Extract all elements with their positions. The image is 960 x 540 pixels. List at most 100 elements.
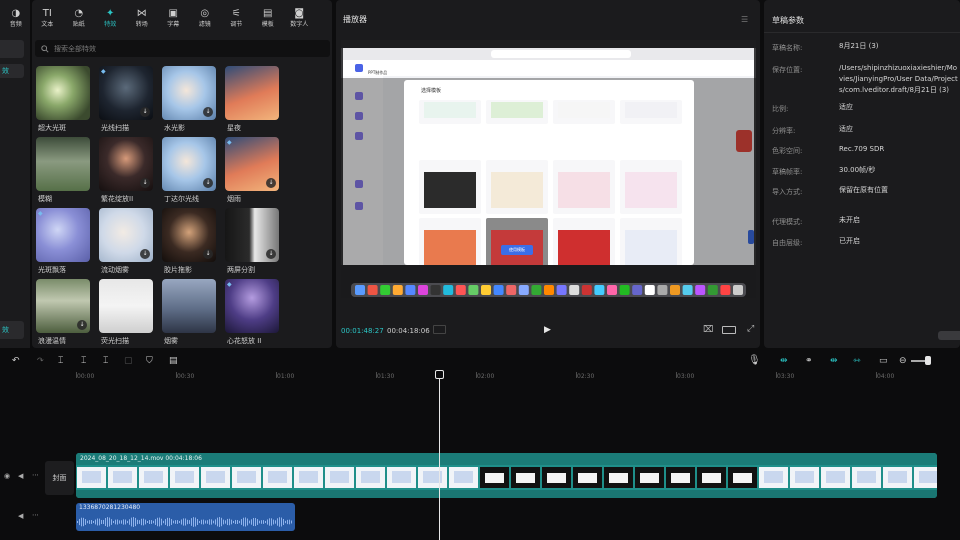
category-item-2[interactable]: 效: [0, 64, 24, 78]
film-frame-content: [175, 471, 194, 483]
params-divider: [764, 32, 960, 33]
toolbar-sticker[interactable]: ◔ 贴纸: [63, 0, 95, 34]
player-title: 播放器: [343, 15, 367, 24]
redo-icon[interactable]: ↷: [37, 356, 44, 365]
param-value: 适应: [839, 103, 853, 111]
toolbar-caption[interactable]: ▣ 字幕: [158, 0, 190, 34]
param-value: 30.00帧/秒: [839, 166, 876, 174]
effect-card[interactable]: ↓: [162, 137, 216, 191]
split-icon[interactable]: ⌶: [58, 356, 63, 366]
cover-button[interactable]: 封面: [45, 461, 74, 495]
toolbar-template[interactable]: ▤ 模板: [252, 0, 284, 34]
waveform-bar: [269, 518, 270, 526]
effect-card[interactable]: ◆: [225, 279, 279, 333]
ruler-tick: [676, 372, 677, 378]
toolbar-music[interactable]: ◑ 音频: [0, 0, 32, 34]
zoom-out-icon[interactable]: ⊖: [899, 356, 907, 366]
screen-page-title: PPT制作品: [368, 70, 388, 75]
audio-track-mute-icon[interactable]: ◀: [18, 512, 23, 520]
toolbar-digital-human[interactable]: ◙ 数字人: [284, 0, 316, 34]
download-icon[interactable]: ↓: [77, 320, 87, 330]
category-item-1[interactable]: [0, 40, 24, 58]
film-frame-content: [82, 471, 101, 483]
download-icon[interactable]: ↓: [140, 249, 150, 259]
playhead-handle[interactable]: [435, 370, 444, 379]
fullscreen-icon[interactable]: ⤢: [747, 324, 754, 334]
toolbar-text[interactable]: TI 文本: [32, 0, 64, 34]
effect-card[interactable]: [36, 66, 90, 120]
download-icon[interactable]: ↓: [140, 107, 150, 117]
link-icon[interactable]: ⚭: [805, 356, 813, 366]
preview-axis-icon[interactable]: ⇹: [830, 356, 838, 366]
split-right-icon[interactable]: ⌶: [103, 356, 108, 366]
download-icon[interactable]: ↓: [266, 249, 276, 259]
snap-icon[interactable]: ⇹: [780, 356, 788, 366]
linkage-icon[interactable]: ⇿: [853, 356, 861, 366]
playhead[interactable]: [439, 372, 440, 540]
microphone-icon[interactable]: 🎙: [748, 355, 761, 366]
toolbar-adjust[interactable]: ⚟ 调节: [221, 0, 253, 34]
effect-card[interactable]: [162, 279, 216, 333]
delete-icon[interactable]: ▢: [124, 356, 133, 366]
dock-app-icon: [506, 285, 517, 295]
audio-clip[interactable]: 13368702812304​80: [76, 503, 295, 531]
waveform-bar: [133, 517, 134, 527]
search-input[interactable]: 搜索全部特效: [35, 40, 330, 57]
effect-card[interactable]: ◆: [36, 208, 90, 262]
download-icon[interactable]: ↓: [203, 107, 213, 117]
caption-edit-icon[interactable]: ▤: [169, 356, 178, 366]
time-ruler[interactable]: 00:00 00:30 01:00 01:30 02:00 02:30 03:00 03:30…: [0, 370, 960, 386]
track-audio-icon[interactable]: ◀: [18, 472, 23, 480]
waveform-bar: [125, 519, 126, 525]
film-frame-content: [671, 473, 690, 483]
download-icon[interactable]: ↓: [266, 178, 276, 188]
effect-card[interactable]: ↓: [99, 208, 153, 262]
play-button[interactable]: ▶: [544, 325, 551, 335]
vip-diamond-icon: ◆: [227, 281, 232, 288]
effect-card[interactable]: ↓: [36, 279, 90, 333]
dock-app-icon: [367, 285, 378, 295]
effect-card[interactable]: ◆ ↓: [99, 66, 153, 120]
waveform-bar: [249, 520, 250, 524]
ruler-tick-label: 01:30: [377, 373, 395, 380]
category-item-3[interactable]: 效: [0, 321, 24, 339]
toolbar-filter[interactable]: ◎ 滤镜: [189, 0, 221, 34]
track-visibility-icon[interactable]: ◉: [4, 472, 10, 480]
effect-card[interactable]: [36, 137, 90, 191]
toolbar-transition[interactable]: ⋈ 转场: [126, 0, 158, 34]
shield-icon[interactable]: ⛉: [146, 356, 153, 366]
app-window: 效 效 ◑ 音频 TI 文本 ◔ 贴纸 ✦ 特效 ⋈ 转场 ▣ 字幕 ◎ 滤镜 ⚟ 调节 ▤ 模板 ◙ 数字人 搜索全…: [0, 0, 960, 540]
effect-label: 浪漫温情: [38, 337, 66, 345]
ratio-icon[interactable]: [722, 326, 736, 334]
effect-card[interactable]: ↓: [99, 137, 153, 191]
download-icon[interactable]: ↓: [203, 249, 213, 259]
dock-app-icon: [468, 285, 479, 295]
effect-card[interactable]: ↓: [162, 208, 216, 262]
split-left-icon[interactable]: ⌶: [81, 356, 86, 366]
waveform-bar: [205, 520, 206, 524]
fit-screen-icon[interactable]: ⌧: [703, 325, 713, 335]
download-icon[interactable]: ↓: [140, 178, 150, 188]
film-frame-content: [516, 473, 535, 483]
screen-icon[interactable]: ▭: [879, 356, 888, 366]
track-more-icon[interactable]: ⋯: [32, 471, 39, 479]
menu-icon[interactable]: ☰: [741, 15, 748, 24]
waveform-bar: [287, 519, 288, 525]
effect-card[interactable]: [225, 66, 279, 120]
effect-card[interactable]: [99, 279, 153, 333]
undo-icon[interactable]: ↶: [12, 356, 20, 366]
effect-card[interactable]: ◆ ↓: [225, 137, 279, 191]
waveform-bar: [217, 517, 218, 527]
effect-card[interactable]: ↓: [225, 208, 279, 262]
effect-card[interactable]: ↓: [162, 66, 216, 120]
export-button[interactable]: [938, 331, 960, 340]
download-icon[interactable]: ↓: [203, 178, 213, 188]
video-clip[interactable]: 2024_08_20_18_12_14.mov 00:04:18:06: [76, 453, 937, 498]
dock-app-icon: [682, 285, 693, 295]
toolbar-effects[interactable]: ✦ 特效: [95, 0, 127, 34]
dock-app-icon: [392, 285, 403, 295]
waveform-bar: [91, 520, 92, 524]
timeline-view-icon[interactable]: [433, 325, 446, 334]
zoom-slider-handle[interactable]: [925, 356, 931, 365]
audio-track-more-icon[interactable]: ⋯: [32, 511, 39, 519]
